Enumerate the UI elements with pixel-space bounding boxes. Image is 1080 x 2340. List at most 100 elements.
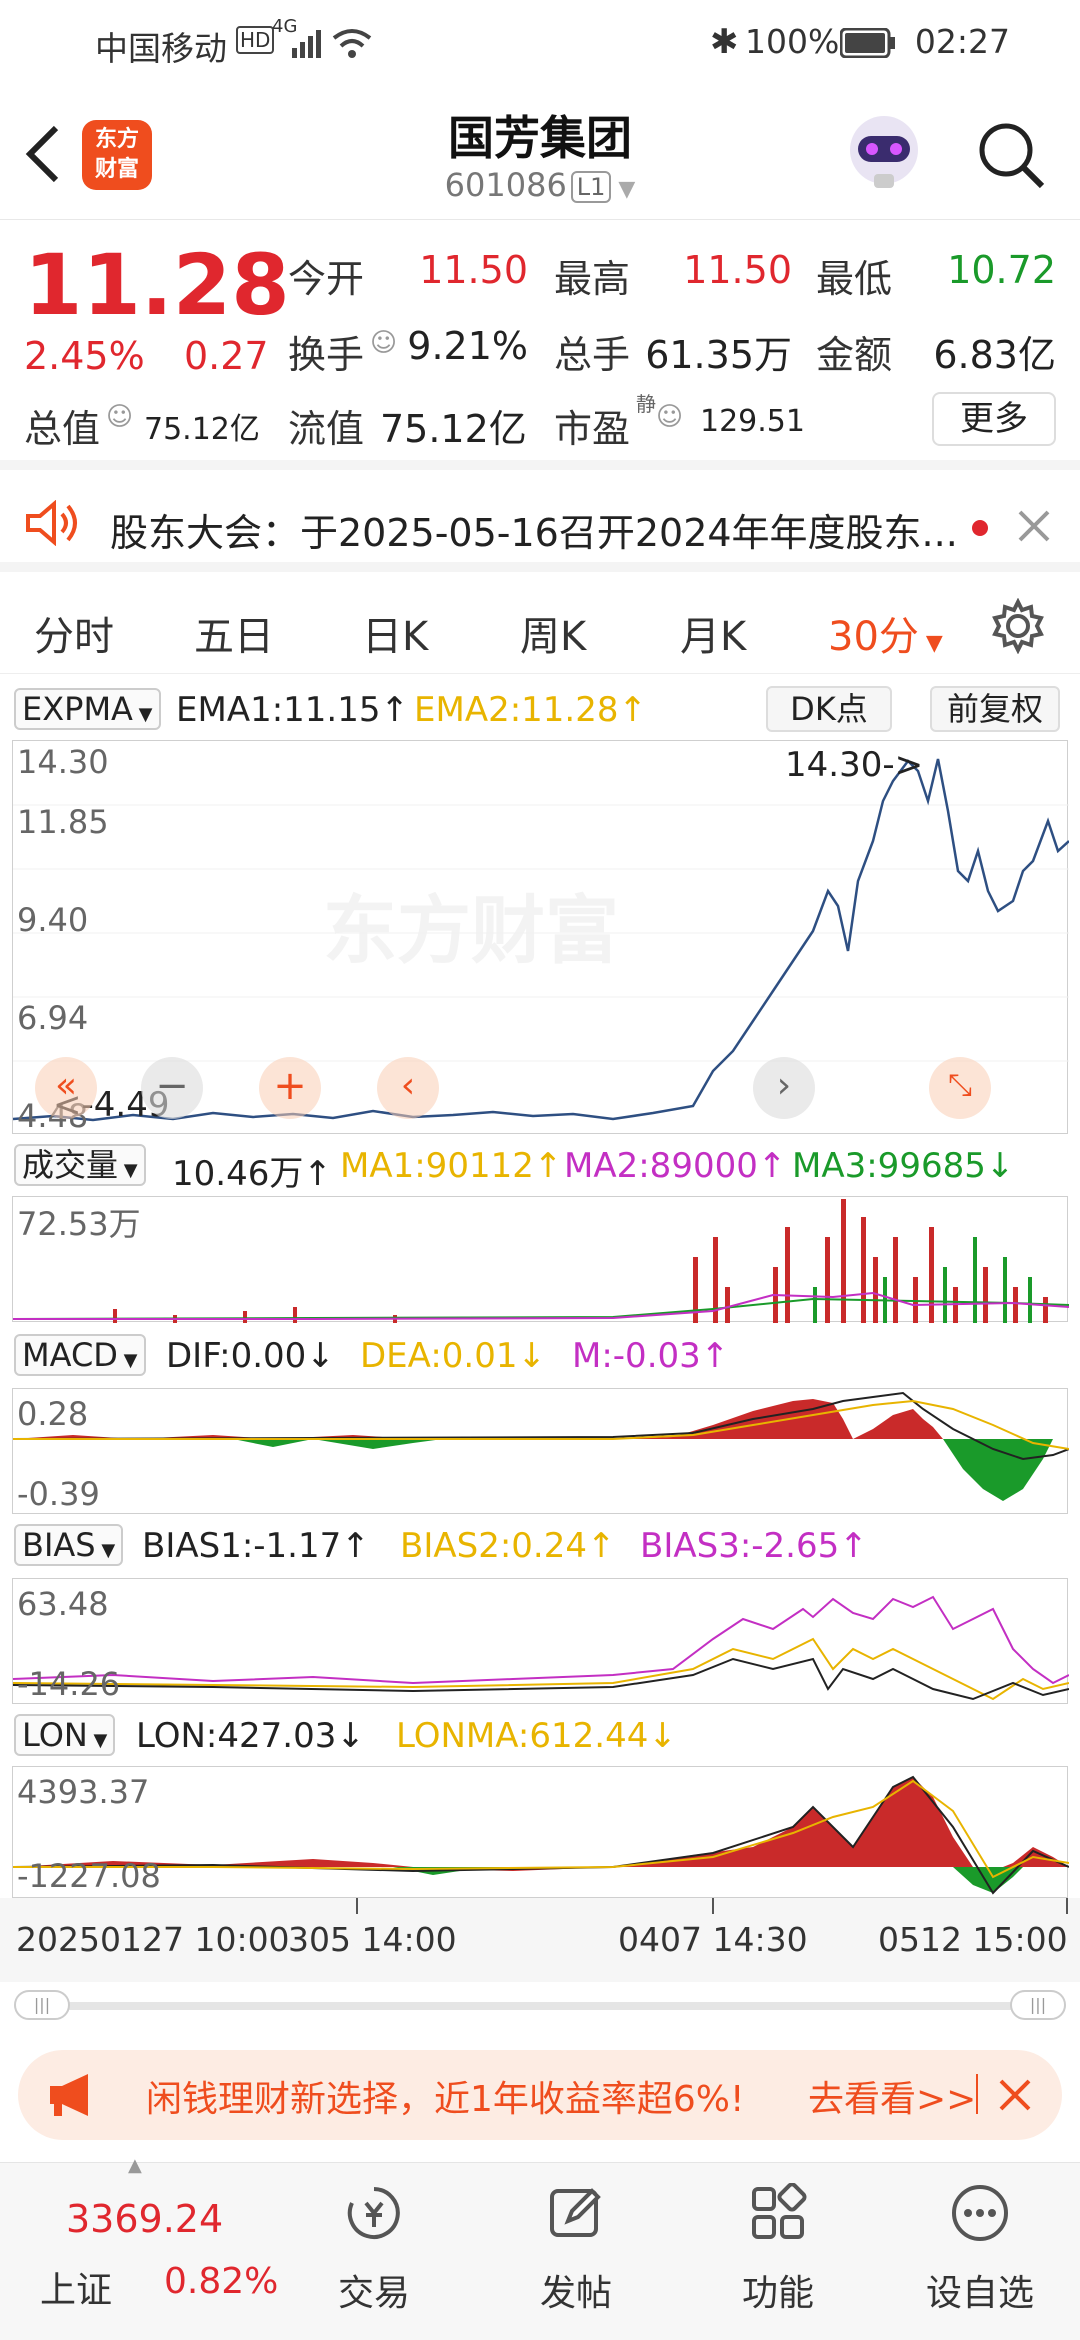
speaker-icon (26, 500, 77, 546)
grid-icon (752, 2182, 807, 2239)
indicator-name: MACD (22, 1336, 118, 1374)
turnover-value: 9.21% (407, 324, 528, 368)
wifi-icon (332, 29, 372, 58)
tab-intraday[interactable]: 分时 (34, 604, 114, 662)
tab-30min-label: 30分 (828, 614, 919, 660)
float-value: 75.12亿 (380, 407, 527, 451)
promo-text: 闲钱理财新选择，近1年收益率超6%! (146, 2079, 745, 2120)
tab-30min[interactable]: 30分 ▼ (828, 604, 943, 662)
settings-gear-icon[interactable] (990, 598, 1046, 654)
scroll-left-far-icon[interactable]: « (35, 1057, 97, 1119)
bias-chart[interactable]: 63.48 -14.26 (12, 1578, 1069, 1704)
zoom-in-icon[interactable]: + (259, 1057, 321, 1119)
mcap-label: 总值 (24, 407, 101, 451)
quote-panel: 11.28 2.45% 0.27 今开 11.50 最高 11.50 最低 10… (0, 220, 1080, 470)
close-icon[interactable] (998, 2078, 1032, 2112)
macd-y-min: -0.39 (17, 1475, 100, 1513)
range-handle-left[interactable]: ||| (14, 1990, 70, 2020)
more-button[interactable]: 更多 (932, 392, 1056, 446)
edit-icon (550, 2188, 601, 2237)
indicator-select-bias[interactable]: BIAS ▼ (14, 1524, 124, 1566)
status-bar: 中国移动 HD 4G ✱ 100% 02:27 (0, 0, 1080, 86)
nav-trade[interactable]: 交易 (304, 2183, 444, 2316)
unread-dot (972, 520, 988, 536)
index-value[interactable]: 3369.24 (66, 2197, 223, 2241)
nav-functions[interactable]: 功能 (708, 2182, 848, 2316)
indicator-name: EXPMA (22, 690, 133, 728)
y-label-2: 11.85 (17, 803, 109, 841)
volume-bars (13, 1199, 1069, 1323)
macd-chart[interactable]: 0.28 -0.39 (12, 1388, 1069, 1514)
dropdown-icon: ▼ (611, 177, 636, 202)
y-label-4: 6.94 (17, 999, 89, 1037)
search-icon[interactable] (976, 120, 1048, 192)
macd-legend: MACD ▼ DIF:0.00↓ DEA:0.01↓ M:-0.03↑ (0, 1332, 1080, 1380)
info-icon[interactable]: ☺ (106, 402, 133, 432)
tab-weekly-k[interactable]: 周K (520, 604, 586, 662)
volume-y-max: 72.53万 (17, 1205, 141, 1243)
bias-y-max: 63.48 (17, 1585, 109, 1623)
pe-static-label: 静 (636, 392, 656, 416)
range-handle-right[interactable]: ||| (1010, 1990, 1066, 2020)
indicator-select-macd[interactable]: MACD ▼ (14, 1334, 146, 1376)
index-change[interactable]: 0.82% (164, 2261, 278, 2302)
scroll-right-icon[interactable]: › (753, 1057, 815, 1119)
volume-ma2: MA2:89000↑ (564, 1146, 787, 1186)
close-icon[interactable] (1016, 508, 1052, 544)
bias-legend: BIAS ▼ BIAS1:-1.17↑ BIAS2:0.24↑ BIAS3:-2… (0, 1522, 1080, 1570)
promo-link[interactable]: 去看看>> (808, 2070, 976, 2122)
x-label-start: 20250127 10:00 (16, 1920, 290, 1959)
change-amount: 0.27 (184, 334, 269, 378)
volume-ma3: MA3:99685↓ (792, 1146, 1015, 1186)
adjust-button[interactable]: 前复权 (930, 686, 1060, 732)
robot-assistant-icon[interactable] (842, 110, 926, 194)
tab-daily-k[interactable]: 日K (362, 604, 428, 662)
current-price: 11.28 (24, 236, 290, 334)
lon-legend: LON ▼ LON:427.03↓ LONMA:612.44↓ (0, 1712, 1080, 1760)
battery-pct: 100% (745, 22, 840, 61)
scroll-left-icon[interactable]: ‹ (377, 1057, 439, 1119)
expma-legend: EXPMA ▼ EMA1:11.15↑ EMA2:11.28↑ DK点 前复权 (0, 686, 1080, 734)
tab-monthly-k[interactable]: 月K (680, 604, 746, 662)
amount-value: 6.83亿 (933, 333, 1056, 377)
zoom-out-icon[interactable]: − (141, 1057, 203, 1119)
period-tabs: 分时 五日 日K 周K 月K 30分 ▼ (0, 582, 1080, 674)
pe-label: 市盈 (554, 407, 631, 451)
info-icon[interactable]: ☺ (656, 402, 683, 432)
indicator-select-volume[interactable]: 成交量 ▼ (14, 1144, 146, 1186)
nav-watchlist[interactable]: 设自选 (910, 2183, 1050, 2316)
promo-banner[interactable]: 闲钱理财新选择，近1年收益率超6%! 去看看>> (18, 2050, 1062, 2140)
lon-chart[interactable]: 4393.37 -1227.08 (12, 1766, 1069, 1898)
notice-bar[interactable]: 股东大会：于2025-05-16召开2024年年度股东... (0, 480, 1080, 572)
nav-post-label: 发帖 (539, 2273, 612, 2314)
nav-post[interactable]: 发帖 (506, 2183, 646, 2316)
fullscreen-icon[interactable]: ⤡ (929, 1057, 991, 1119)
indicator-name: BIAS (22, 1526, 96, 1564)
hd-icon: HD (236, 26, 275, 54)
low-value: 10.72 (947, 248, 1056, 292)
float-label: 流值 (288, 407, 365, 451)
lonma-value: LONMA:612.44↓ (396, 1716, 677, 1756)
macd-m: M:-0.03↑ (572, 1336, 730, 1376)
bottom-nav: ▲ 3369.24 上证 0.82% 交易 发帖 功能 设自选 (0, 2155, 1080, 2340)
axis-tick (356, 1898, 358, 1914)
range-scrollbar[interactable]: ||| ||| (14, 1990, 1066, 2020)
info-icon[interactable]: ☺ (370, 328, 397, 358)
volume-value: 61.35万 (645, 333, 792, 377)
index-name[interactable]: 上证 (40, 2261, 112, 2313)
macd-dea: DEA:0.01↓ (360, 1336, 546, 1376)
nav-trade-label: 交易 (337, 2273, 410, 2314)
volume-chart[interactable]: 72.53万 (12, 1196, 1069, 1323)
collapse-icon[interactable]: ▲ (128, 2155, 142, 2176)
open-value: 11.50 (419, 248, 528, 292)
more-dots-icon (952, 2185, 1008, 2241)
dk-point-button[interactable]: DK点 (766, 686, 892, 732)
indicator-select-lon[interactable]: LON ▼ (14, 1714, 116, 1756)
level-badge: L1 (570, 171, 612, 203)
tab-five-day[interactable]: 五日 (194, 604, 274, 662)
carrier-label: 中国移动 (95, 29, 227, 68)
indicator-select-expma[interactable]: EXPMA ▼ (14, 688, 161, 730)
price-chart[interactable]: 东方财富 14.30 11.85 9.40 6.94 4.48 14.30-> … (12, 740, 1069, 1135)
nav-watchlist-label: 设自选 (925, 2273, 1034, 2314)
indicator-name: LON (22, 1716, 88, 1754)
